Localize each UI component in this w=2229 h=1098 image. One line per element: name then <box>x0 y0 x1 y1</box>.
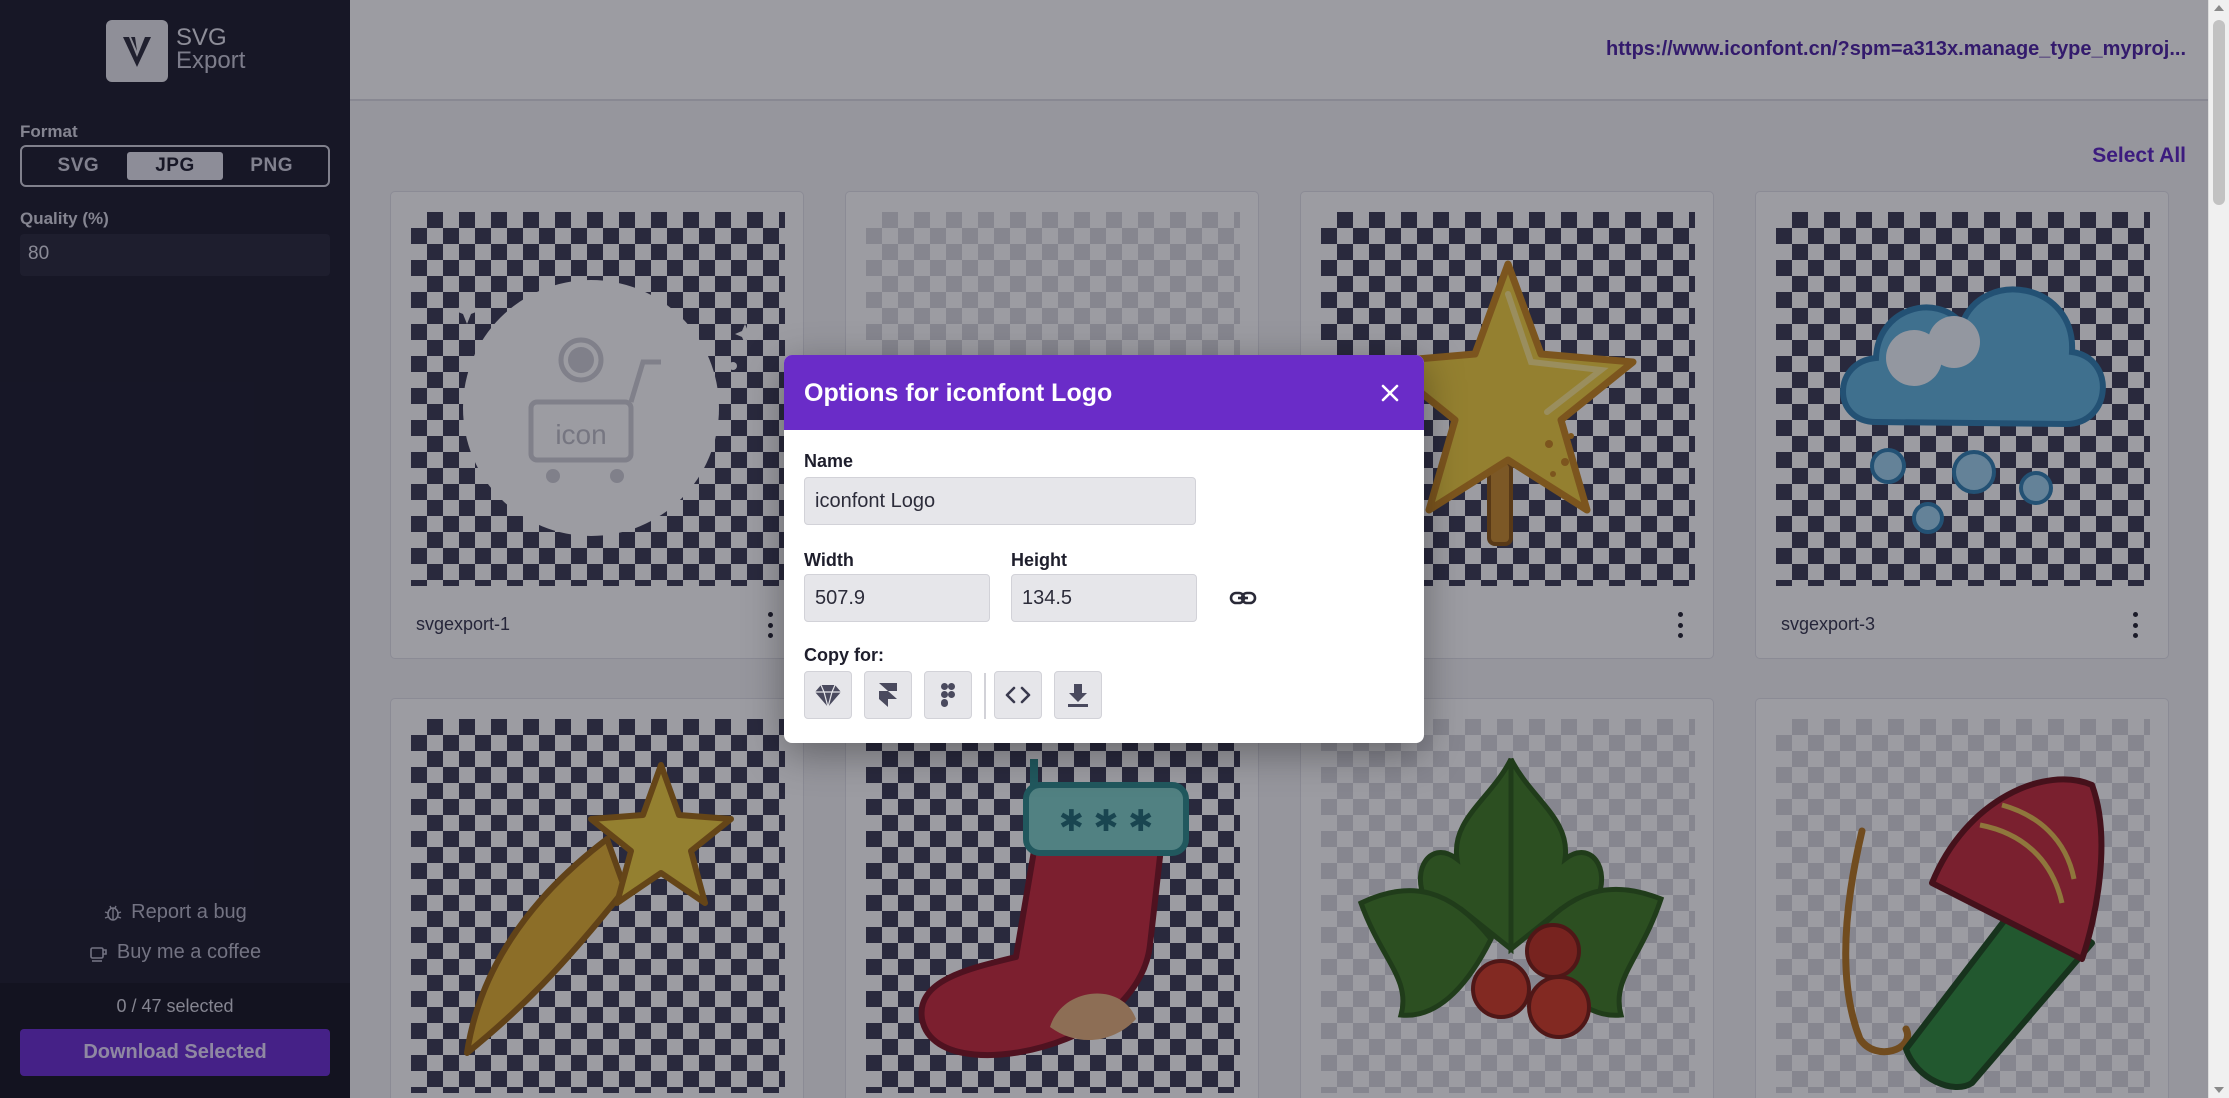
copy-framer-button[interactable] <box>864 671 912 719</box>
scroll-up-arrow-icon[interactable] <box>2214 5 2224 11</box>
name-input[interactable]: iconfont Logo <box>804 477 1196 525</box>
scroll-thumb[interactable] <box>2213 20 2225 205</box>
close-icon[interactable] <box>1376 379 1404 407</box>
link-aspect-ratio-icon[interactable] <box>1228 583 1258 613</box>
framer-icon <box>879 683 897 707</box>
download-icon <box>1068 684 1088 707</box>
options-dialog: Options for iconfont Logo Name iconfont … <box>784 355 1424 743</box>
download-button[interactable] <box>1054 671 1102 719</box>
scroll-down-arrow-icon[interactable] <box>2214 1087 2224 1093</box>
copy-figma-button[interactable] <box>924 671 972 719</box>
height-input[interactable]: 134.5 <box>1011 574 1197 622</box>
width-input[interactable]: 507.9 <box>804 574 990 622</box>
copy-sketch-button[interactable] <box>804 671 852 719</box>
code-icon <box>1005 686 1031 704</box>
copy-for-label: Copy for: <box>804 645 884 665</box>
figma-icon <box>941 683 955 707</box>
page-scrollbar[interactable] <box>2208 0 2229 1098</box>
copy-code-button[interactable] <box>994 671 1042 719</box>
width-label: Width <box>804 550 854 570</box>
height-label: Height <box>1011 550 1067 570</box>
sketch-icon <box>815 684 841 710</box>
copy-divider <box>984 673 986 719</box>
dialog-title: Options for iconfont Logo <box>804 379 1113 407</box>
name-label: Name <box>804 451 854 471</box>
dialog-header: Options for iconfont Logo <box>784 355 1424 430</box>
